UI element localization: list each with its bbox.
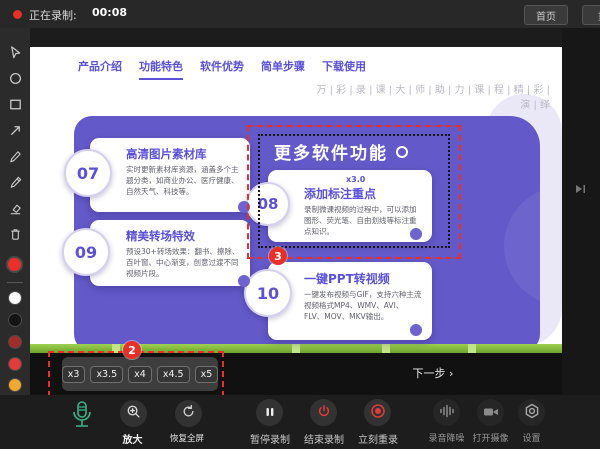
recording-timer: 00:08 [92,6,127,19]
tab-features-active[interactable]: 功能特色 [139,58,183,80]
zoom-in-button[interactable] [120,400,147,427]
red-dashed-box-3 [247,125,461,259]
cursor-tool-button[interactable] [7,44,23,60]
color-swatch-darkred[interactable] [9,336,21,348]
panel-decor-circle [504,186,540,306]
card-07-number: 07 [64,149,112,197]
rerecord-button[interactable] [364,399,391,426]
pencil-icon [8,149,23,164]
card-09-desc: 预设30+转场效果：翻书、擦除、百叶窗、中心渐变，创意过渡不同视频片段。 [126,247,240,280]
card-10-title: 一键PPT转视频 [304,270,422,287]
pen-tool-button[interactable] [7,174,23,190]
tab-download[interactable]: 下载使用 [322,58,366,80]
magnifier-plus-icon [126,404,141,423]
arrow-icon [8,123,23,138]
home-button[interactable]: 首页 [524,5,568,25]
card-10-number: 10 [244,269,292,317]
tab-advantages[interactable]: 软件优势 [200,58,244,80]
power-icon [317,403,331,422]
feature-card-10: 一键PPT转视频 一键发布视频与GIF，支持六种主流视频格式MP4、WMV、AV… [268,262,432,340]
color-swatch-red[interactable] [9,358,21,370]
toolbar-divider [7,282,23,283]
stop-recording-label: 结束录制 [296,431,352,446]
color-swatch-orange[interactable] [9,379,21,391]
color-swatch-black[interactable] [9,314,21,326]
page-nav-tabs: 产品介绍 功能特色 软件优势 简单步骤 下载使用 [78,58,366,80]
trash-tool-button[interactable] [7,226,23,242]
eraser-icon [8,201,23,216]
annotation-toolbar: ••• [0,28,30,395]
pause-recording-label: 暂停录制 [242,431,298,446]
recorder-top-bar: 正在录制: 00:08 首页 重 [0,0,600,28]
card-07-desc: 实时更新素材库资源，涵盖多个主题分类，如商业办公、医疗健康、自然天气、科技等。 [126,165,240,198]
camera-icon [483,403,499,422]
stop-recording-button[interactable] [310,399,337,426]
green-strip-mark [468,344,476,353]
callout-3: 3 [269,247,287,265]
rectangle-icon [8,97,23,112]
gear-icon [524,403,540,423]
recording-indicator-dot [13,10,22,19]
restore-icon [181,404,196,423]
ellipse-tool-button[interactable] [7,70,23,86]
pen-icon [8,175,23,190]
card-07-title: 高清图片素材库 [126,146,240,162]
denoise-button[interactable] [433,399,460,426]
pencil-tool-button[interactable] [7,148,23,164]
color-swatch-white[interactable] [9,292,21,304]
cursor-icon [8,45,23,60]
microphone-icon [68,423,96,442]
partial-button[interactable]: 重 [582,5,600,25]
record-icon [370,403,386,423]
settings-button[interactable] [518,399,545,426]
microphone-indicator[interactable] [68,400,96,442]
current-color-indicator[interactable] [8,258,21,271]
pause-recording-button[interactable] [256,399,283,426]
card-09-corner-dot [238,275,250,287]
feature-card-07: 高清图片素材库 实时更新素材库资源，涵盖多个主题分类，如商业办公、医疗健康、自然… [90,138,250,212]
rectangle-tool-button[interactable] [7,96,23,112]
ellipse-icon [8,71,23,86]
callout-2: 2 [123,341,141,359]
audio-wave-icon [439,403,455,422]
tab-product-intro[interactable]: 产品介绍 [78,58,122,80]
zoom-in-label: 放大 [109,431,156,446]
camera-button[interactable] [477,399,504,426]
pause-icon [264,403,276,422]
next-step-button[interactable]: 下一步 › [398,364,468,382]
card-10-desc: 一键发布视频与GIF，支持六种主流视频格式MP4、WMV、AVI、FLV、MOV… [304,290,422,323]
restore-fullscreen-label: 恢复全屏 [160,432,214,444]
recording-status-label: 正在录制: [29,7,77,23]
brand-watermark: 万 | 彩 | 录 | 课 | 大 | 师 | 助 | 力 | 课 | 程 | … [310,81,550,111]
arrow-tool-button[interactable] [7,122,23,138]
trash-icon [8,227,23,242]
green-strip-mark [382,344,390,353]
eraser-tool-button[interactable] [7,200,23,216]
restore-fullscreen-button[interactable] [175,400,202,427]
tab-steps[interactable]: 简单步骤 [261,58,305,80]
green-strip-mark [292,344,300,353]
settings-label: 设置 [510,431,553,444]
card-09-number: 09 [62,228,110,276]
card-10-corner-dot [410,324,422,336]
feature-card-09: 精美转场特效 预设30+转场效果：翻书、擦除、百叶窗、中心渐变，创意过渡不同视频… [90,220,250,286]
side-panel-strip [562,28,600,395]
rerecord-label: 立刻重录 [350,431,406,446]
card-09-title: 精美转场特效 [126,228,240,244]
side-panel-handle[interactable] [574,180,587,199]
expand-panel-icon [574,180,587,199]
